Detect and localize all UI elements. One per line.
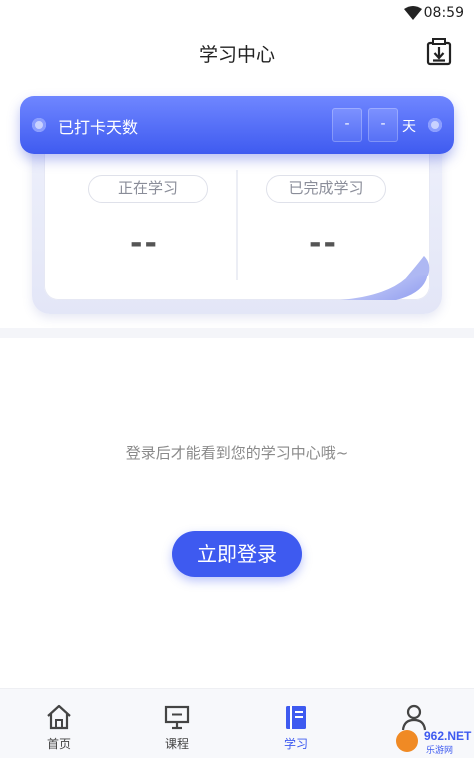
completed-label: 已完成学习 [266,175,386,203]
app-header: 学习中心 [0,28,474,78]
banner-rivet-icon [428,118,442,132]
page-curl-decoration [340,256,430,300]
checkin-label: 已打卡天数 [58,118,139,137]
card-divider [236,170,238,280]
in-progress-label: 正在学习 [88,175,208,203]
home-icon [47,704,71,730]
nav-item-courses[interactable]: 课程 [118,689,236,758]
page-title: 学习中心 [198,44,275,66]
login-button[interactable]: 立即登录 [172,531,302,577]
status-time: 08:59 [423,5,464,21]
nav-label: 首页 [46,737,71,751]
watermark-logo: 962.NET 乐游网 [396,729,472,756]
completed-value: -- [309,226,338,261]
nav-label: 学习 [283,737,308,751]
checkin-banner: 已打卡天数 - - 天 [20,96,454,154]
monitor-icon [164,705,190,730]
banner-rivet-icon [32,118,46,132]
section-separator [0,328,474,338]
download-icon[interactable] [426,38,452,66]
book-icon [286,706,306,729]
status-bar: 08:59 [0,0,474,28]
checkin-unit: 天 [402,119,416,135]
wifi-icon [404,6,422,20]
in-progress-value: -- [130,226,159,261]
nav-label: 课程 [164,737,189,751]
svg-text:乐游网: 乐游网 [426,744,453,756]
checkin-day-digit: - [368,108,398,142]
checkin-day-digit: - [332,108,362,142]
svg-text:962.NET: 962.NET [424,729,472,743]
nav-item-study[interactable]: 学习 [237,689,355,758]
login-hint: 登录后才能看到您的学习中心哦~ [125,444,349,462]
nav-item-home[interactable]: 首页 [0,689,118,758]
